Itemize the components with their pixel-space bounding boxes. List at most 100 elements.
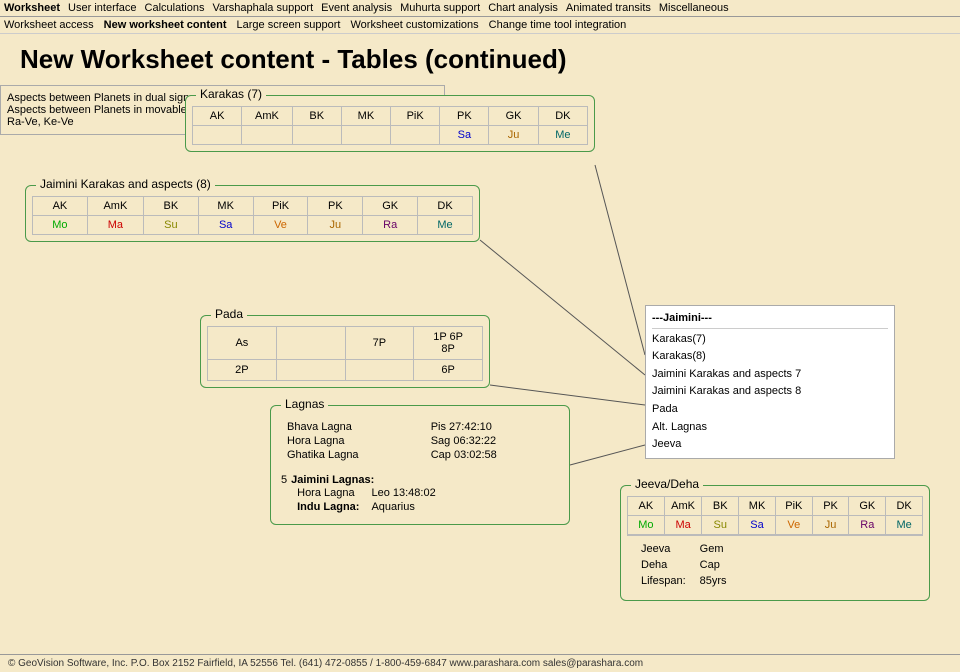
pada-empty1 bbox=[276, 327, 345, 360]
karakas7-table: AK AmK BK MK PiK PK GK DK Sa Ju Me bbox=[192, 106, 588, 145]
k7-h6: GK bbox=[489, 107, 538, 126]
second-nav: Worksheet access New worksheet content L… bbox=[0, 17, 960, 34]
lagnas-hora-val: Sag 06:32:22 bbox=[425, 434, 559, 448]
ji-r4: Ve bbox=[253, 216, 308, 235]
ji-r1: Ma bbox=[87, 216, 143, 235]
pada-empty2 bbox=[276, 360, 345, 381]
nav-calculations[interactable]: Calculations bbox=[145, 2, 205, 14]
pada-label: Pada bbox=[211, 307, 247, 321]
ji-r5: Ju bbox=[308, 216, 363, 235]
lagnas-main-table: Bhava Lagna Pis 27:42:10 Hora Lagna Sag … bbox=[281, 420, 559, 462]
lagnas-ghatika-val: Cap 03:02:58 bbox=[425, 448, 559, 462]
jv-r1: Ma bbox=[664, 516, 702, 535]
ji-r2: Su bbox=[143, 216, 198, 235]
ji-h4: PiK bbox=[253, 197, 308, 216]
menu-item-0[interactable]: Karakas(7) bbox=[652, 331, 888, 349]
page-title: New Worksheet content - Tables (continue… bbox=[0, 34, 960, 85]
menu-item-2[interactable]: Jaimini Karakas and aspects 7 bbox=[652, 366, 888, 384]
jv-lifespan-val: 85yrs bbox=[694, 574, 733, 588]
footer: © GeoVision Software, Inc. P.O. Box 2152… bbox=[0, 654, 960, 672]
nav-worksheet[interactable]: Worksheet bbox=[4, 2, 60, 14]
k7-r7: Me bbox=[538, 126, 587, 145]
jv-h4: PiK bbox=[775, 497, 812, 516]
ji-h3: MK bbox=[198, 197, 253, 216]
k7-h4: PiK bbox=[391, 107, 440, 126]
jaimini-label: Jaimini Karakas and aspects (8) bbox=[36, 177, 215, 191]
lj-indu-val: Aquarius bbox=[365, 500, 441, 514]
ji-h7: DK bbox=[418, 197, 473, 216]
jv-h5: PK bbox=[812, 497, 849, 516]
jv-jeeva-val: Gem bbox=[694, 542, 733, 556]
jv-r2: Su bbox=[702, 516, 739, 535]
jv-r7: Me bbox=[886, 516, 923, 535]
jv-r4: Ve bbox=[775, 516, 812, 535]
nav-event-analysis[interactable]: Event analysis bbox=[321, 2, 392, 14]
pada-7p: 7P bbox=[345, 327, 414, 360]
k7-r1 bbox=[242, 126, 292, 145]
k7-h2: BK bbox=[292, 107, 341, 126]
jv-r5: Ju bbox=[812, 516, 849, 535]
k7-r5: Sa bbox=[440, 126, 489, 145]
jeeva-info-table: Jeeva Gem Deha Cap Lifespan: 85yrs bbox=[633, 540, 735, 590]
jv-jeeva-name: Jeeva bbox=[635, 542, 692, 556]
jeeva-table: AK AmK BK MK PiK PK GK DK Mo Ma Su Sa Ve… bbox=[627, 496, 923, 535]
k7-h1: AmK bbox=[242, 107, 292, 126]
jv-r0: Mo bbox=[628, 516, 665, 535]
menu-item-3[interactable]: Jaimini Karakas and aspects 8 bbox=[652, 383, 888, 401]
nav-chart-analysis[interactable]: Chart analysis bbox=[488, 2, 558, 14]
jv-h3: MK bbox=[739, 497, 776, 516]
k7-h3: MK bbox=[341, 107, 390, 126]
main-content: Karakas (7) AK AmK BK MK PiK PK GK DK Sa… bbox=[0, 85, 960, 665]
ji-r6: Ra bbox=[363, 216, 418, 235]
k7-r4 bbox=[391, 126, 440, 145]
k7-h0: AK bbox=[193, 107, 242, 126]
top-nav: Worksheet User interface Calculations Va… bbox=[0, 0, 960, 17]
footer-text: © GeoVision Software, Inc. P.O. Box 2152… bbox=[8, 658, 643, 669]
menu-item-6[interactable]: Jeeva bbox=[652, 436, 888, 454]
ji-r3: Sa bbox=[198, 216, 253, 235]
lagnas-bhava-name: Bhava Lagna bbox=[281, 420, 425, 434]
nav-muhurta[interactable]: Muhurta support bbox=[400, 2, 480, 14]
menu-item-4[interactable]: Pada bbox=[652, 401, 888, 419]
jeeva-label: Jeeva/Deha bbox=[631, 477, 703, 491]
pada-box: Pada As 7P 1P 6P 8P 2P 6P bbox=[200, 315, 490, 388]
nav-miscellaneous[interactable]: Miscellaneous bbox=[659, 2, 729, 14]
lj-hora-val: Leo 13:48:02 bbox=[365, 486, 441, 500]
lj-hora-name: Hora Lagna bbox=[291, 486, 365, 500]
jv-h0: AK bbox=[628, 497, 665, 516]
pada-6p2: 6P bbox=[414, 360, 483, 381]
pada-2p: 2P bbox=[208, 360, 277, 381]
lagnas-label: Lagnas bbox=[281, 397, 328, 411]
lagnas-bhava-val: Pis 27:42:10 bbox=[425, 420, 559, 434]
jv-h2: BK bbox=[702, 497, 739, 516]
nav-animated-transits[interactable]: Animated transits bbox=[566, 2, 651, 14]
menu-item-5[interactable]: Alt. Lagnas bbox=[652, 419, 888, 437]
lagnas-jaimini-content: Jaimini Lagnas: Hora Lagna Leo 13:48:02 … bbox=[291, 474, 442, 514]
nav-worksheet-customizations[interactable]: Worksheet customizations bbox=[350, 19, 478, 31]
nav-large-screen-support[interactable]: Large screen support bbox=[237, 19, 341, 31]
ji-h0: AK bbox=[33, 197, 88, 216]
nav-user-interface[interactable]: User interface bbox=[68, 2, 136, 14]
lagnas-jaimini-section: 5 Jaimini Lagnas: Hora Lagna Leo 13:48:0… bbox=[281, 474, 559, 514]
menu-item-1[interactable]: Karakas(8) bbox=[652, 348, 888, 366]
lagnas-box: Lagnas Bhava Lagna Pis 27:42:10 Hora Lag… bbox=[270, 405, 570, 525]
nav-worksheet-access[interactable]: Worksheet access bbox=[4, 19, 94, 31]
menu-box: ---Jaimini--- Karakas(7) Karakas(8) Jaim… bbox=[645, 305, 895, 459]
lagnas-content: Bhava Lagna Pis 27:42:10 Hora Lagna Sag … bbox=[277, 416, 563, 518]
jv-h7: DK bbox=[886, 497, 923, 516]
jv-h1: AmK bbox=[664, 497, 702, 516]
karakas7-label: Karakas (7) bbox=[196, 87, 266, 101]
k7-h7: DK bbox=[538, 107, 587, 126]
nav-new-worksheet-content[interactable]: New worksheet content bbox=[104, 19, 227, 31]
lagnas-jaimini-header: Jaimini Lagnas: bbox=[291, 474, 442, 486]
jeeva-box: Jeeva/Deha AK AmK BK MK PiK PK GK DK Mo … bbox=[620, 485, 930, 601]
jaimini-table: AK AmK BK MK PiK PK GK DK Mo Ma Su Sa Ve… bbox=[32, 196, 473, 235]
pada-empty3 bbox=[345, 360, 414, 381]
nav-change-time[interactable]: Change time tool integration bbox=[489, 19, 627, 31]
jaimini-box: Jaimini Karakas and aspects (8) AK AmK B… bbox=[25, 185, 480, 242]
ji-h5: PK bbox=[308, 197, 363, 216]
nav-varshaphala[interactable]: Varshaphala support bbox=[212, 2, 313, 14]
ji-r7: Me bbox=[418, 216, 473, 235]
jv-h6: GK bbox=[849, 497, 886, 516]
pada-table: As 7P 1P 6P 8P 2P 6P bbox=[207, 326, 483, 381]
